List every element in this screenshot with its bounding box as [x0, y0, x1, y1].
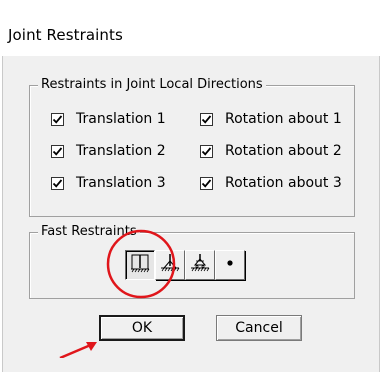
free-joint-icon	[219, 252, 241, 278]
checkbox-rotation-1[interactable]: Rotation about 1	[200, 111, 342, 127]
pinned-support-button[interactable]	[155, 250, 185, 280]
joint-restraints-dialog: Joint Restraints Restraints in Joint Loc…	[0, 14, 381, 372]
checkbox-box[interactable]	[51, 176, 64, 190]
pinned-support-icon	[159, 252, 181, 278]
checkbox-box[interactable]	[51, 112, 64, 126]
checkbox-box[interactable]	[200, 112, 213, 126]
fixed-support-button[interactable]	[125, 250, 155, 280]
checkbox-label: Translation 1	[76, 111, 166, 127]
checkbox-label: Rotation about 1	[225, 111, 342, 127]
cancel-button[interactable]: Cancel	[216, 315, 302, 341]
restraints-group: Restraints in Joint Local Directions Tra…	[29, 77, 355, 217]
checkbox-label: Rotation about 3	[225, 175, 342, 191]
checkbox-translation-3[interactable]: Translation 3	[51, 175, 166, 191]
checkbox-rotation-2[interactable]: Rotation about 2	[200, 143, 342, 159]
checkbox-box[interactable]	[51, 144, 64, 158]
restraints-group-label: Restraints in Joint Local Directions	[38, 77, 266, 93]
dialog-title: Joint Restraints	[8, 26, 123, 44]
roller-support-icon	[189, 252, 211, 278]
checkbox-rotation-3[interactable]: Rotation about 3	[200, 175, 342, 191]
fixed-support-icon	[129, 252, 151, 278]
checkbox-translation-1[interactable]: Translation 1	[51, 111, 166, 127]
fast-restraints-group: Fast Restraints	[29, 224, 355, 299]
fast-restraints-group-label: Fast Restraints	[38, 224, 140, 240]
checkbox-box[interactable]	[200, 144, 213, 158]
checkbox-box[interactable]	[200, 176, 213, 190]
ok-button[interactable]: OK	[99, 315, 185, 341]
checkbox-label: Translation 3	[76, 175, 166, 191]
checkbox-label: Rotation about 2	[225, 143, 342, 159]
dialog-body: Restraints in Joint Local Directions Tra…	[2, 56, 380, 372]
roller-support-button[interactable]	[185, 250, 215, 280]
checkbox-label: Translation 2	[76, 143, 166, 159]
checkbox-translation-2[interactable]: Translation 2	[51, 143, 166, 159]
free-joint-button[interactable]	[215, 250, 245, 280]
